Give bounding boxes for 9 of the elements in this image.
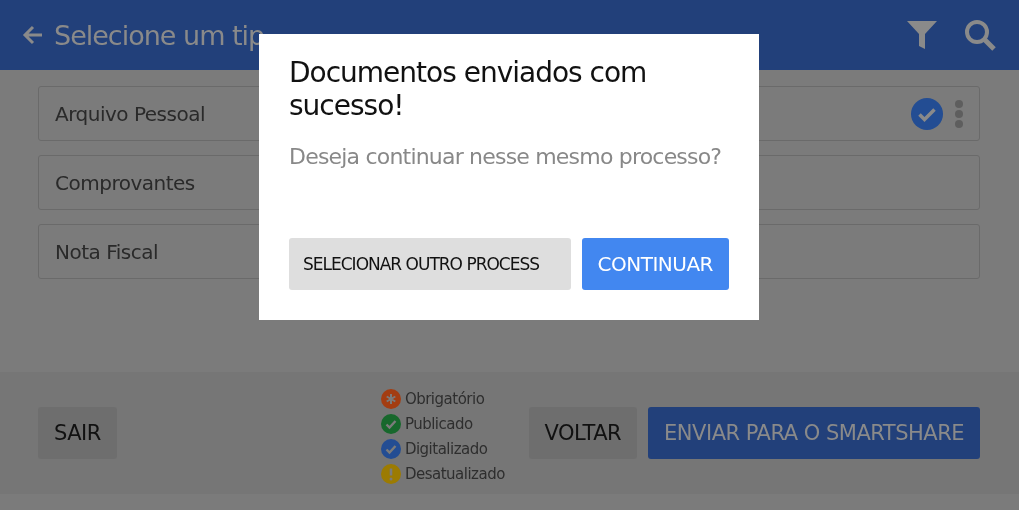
dialog-title: Documentos enviados com sucesso! (289, 56, 648, 122)
legend-label: Obrigatório (404, 389, 485, 408)
legend-label: Digitalizado (404, 439, 488, 458)
dialog-message: Deseja continuar nesse mesmo processo? (289, 144, 723, 169)
document-type-label: Arquivo Pessoal (55, 101, 205, 126)
document-type-label: Nota Fiscal (55, 239, 158, 264)
legend-label: Publicado (404, 414, 473, 433)
legend-label: Desatualizado (404, 464, 505, 483)
document-type-label: Comprovantes (55, 170, 195, 195)
